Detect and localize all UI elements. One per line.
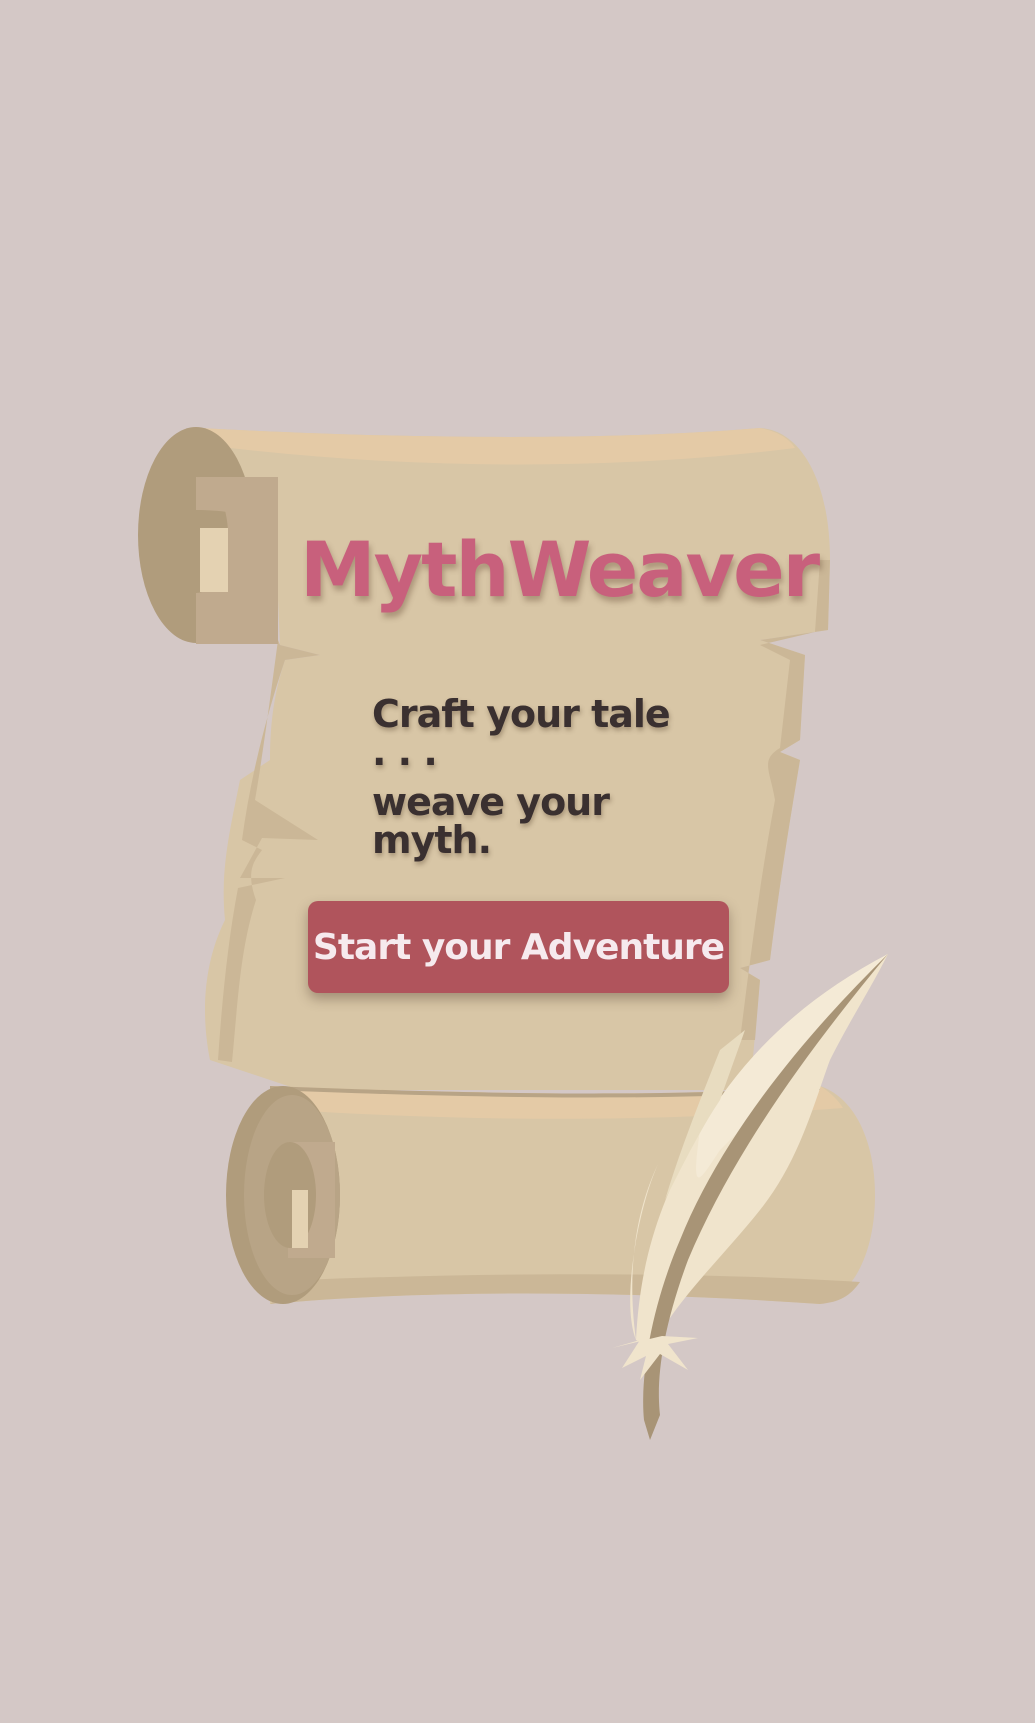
tagline-line-2: weave your myth.	[372, 780, 610, 862]
app-title: MythWeaver	[300, 525, 820, 614]
tagline-line-1: Craft your tale . . .	[372, 692, 671, 774]
parchment-scroll-icon	[138, 427, 888, 1440]
start-screen: MythWeaver Craft your tale . . . weave y…	[0, 0, 1035, 1723]
start-adventure-button[interactable]: Start your Adventure	[308, 901, 729, 993]
